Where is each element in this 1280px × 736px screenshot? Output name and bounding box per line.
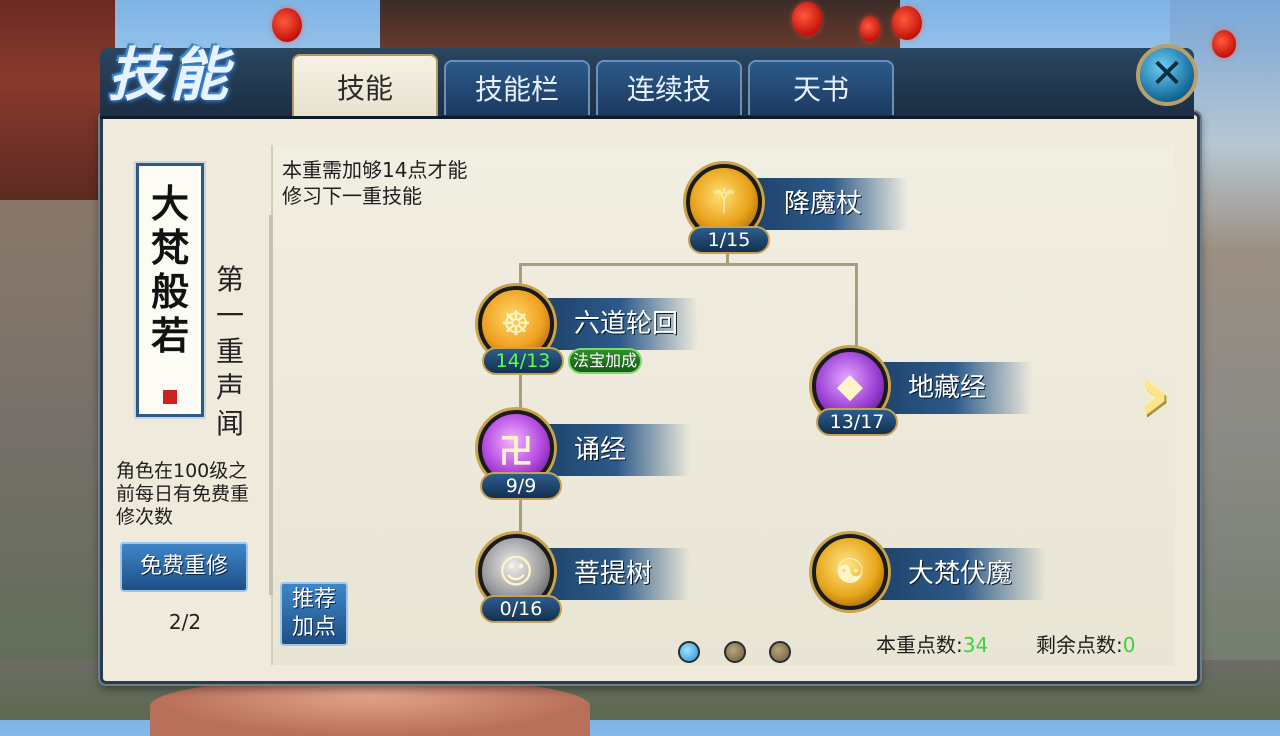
background-building bbox=[0, 0, 115, 200]
skill-name: 六道轮回 bbox=[574, 309, 679, 339]
skill-name: 诵经 bbox=[574, 435, 627, 465]
stage-points: 本重点数:34 bbox=[876, 629, 988, 658]
remaining-points: 剩余点数:0 bbox=[1036, 629, 1135, 658]
school-scroll-card: 大梵般若 bbox=[136, 163, 204, 417]
tab-skill-bar[interactable]: 技能栏 bbox=[444, 60, 590, 115]
free-reset-count: 2/2 bbox=[168, 610, 202, 634]
page-dot[interactable] bbox=[724, 641, 746, 663]
lantern-decoration bbox=[892, 6, 922, 40]
stage-points-label: 本重点数: bbox=[876, 633, 963, 657]
tree-connector bbox=[855, 263, 858, 351]
school-name: 大梵般若 bbox=[150, 181, 189, 358]
skill-level: 1/15 bbox=[688, 226, 770, 254]
page-dot[interactable] bbox=[769, 641, 791, 663]
panel-title: 技能 bbox=[108, 41, 233, 109]
tree-connector bbox=[519, 263, 858, 266]
background-roof bbox=[380, 0, 900, 50]
stage-points-value: 34 bbox=[962, 633, 989, 657]
skill-level: 0/16 bbox=[480, 595, 562, 623]
close-x-icon: ✕ bbox=[1150, 51, 1184, 97]
skill-button[interactable]: ☯ bbox=[812, 534, 888, 610]
staff-icon: ⚚ bbox=[708, 182, 740, 222]
lantern-decoration bbox=[792, 2, 822, 36]
requirement-text: 本重需加够14点才能修习下一重技能 bbox=[282, 158, 468, 208]
lantern-decoration bbox=[860, 16, 880, 42]
free-reset-button[interactable]: 免费重修 bbox=[120, 542, 248, 592]
tab-heavenly-book[interactable]: 天书 bbox=[748, 60, 894, 115]
skill-name: 大梵伏魔 bbox=[908, 559, 1013, 589]
remaining-points-value: 0 bbox=[1122, 633, 1136, 657]
stage-label: 第一重声闻 bbox=[215, 263, 244, 440]
close-button[interactable]: ✕ bbox=[1136, 44, 1198, 106]
free-reset-note: 角色在100级之前每日有免费重修次数 bbox=[116, 460, 250, 528]
recommend-points-button[interactable]: 推荐加点 bbox=[280, 582, 348, 646]
tree-connector bbox=[519, 372, 522, 414]
divider-track bbox=[269, 215, 273, 595]
tab-skills[interactable]: 技能 bbox=[292, 54, 438, 116]
page-dot-active[interactable] bbox=[678, 641, 700, 663]
skill-level: 9/9 bbox=[480, 472, 562, 500]
skill-level: 13/17 bbox=[816, 408, 898, 436]
figure-icon: ☺ bbox=[498, 552, 534, 592]
seal-stamp-icon bbox=[163, 390, 177, 404]
buddha-icon: ☯ bbox=[834, 552, 866, 592]
tab-combo[interactable]: 连续技 bbox=[596, 60, 742, 115]
artifact-bonus-badge: 法宝加成 bbox=[568, 348, 642, 374]
lantern-decoration bbox=[1212, 30, 1236, 58]
skill-name: 地藏经 bbox=[908, 373, 987, 403]
skill-level: 14/13 bbox=[482, 347, 564, 375]
chevron-right-icon[interactable]: › bbox=[1124, 352, 1184, 436]
character-hand bbox=[150, 676, 590, 736]
crystal-icon: ◆ bbox=[836, 366, 864, 406]
skill-name: 菩提树 bbox=[574, 559, 653, 589]
wheel-icon: ☸ bbox=[500, 304, 532, 344]
remaining-points-label: 剩余点数: bbox=[1036, 633, 1123, 657]
skill-name: 降魔杖 bbox=[784, 189, 863, 219]
swastika-icon: 卍 bbox=[499, 431, 533, 472]
